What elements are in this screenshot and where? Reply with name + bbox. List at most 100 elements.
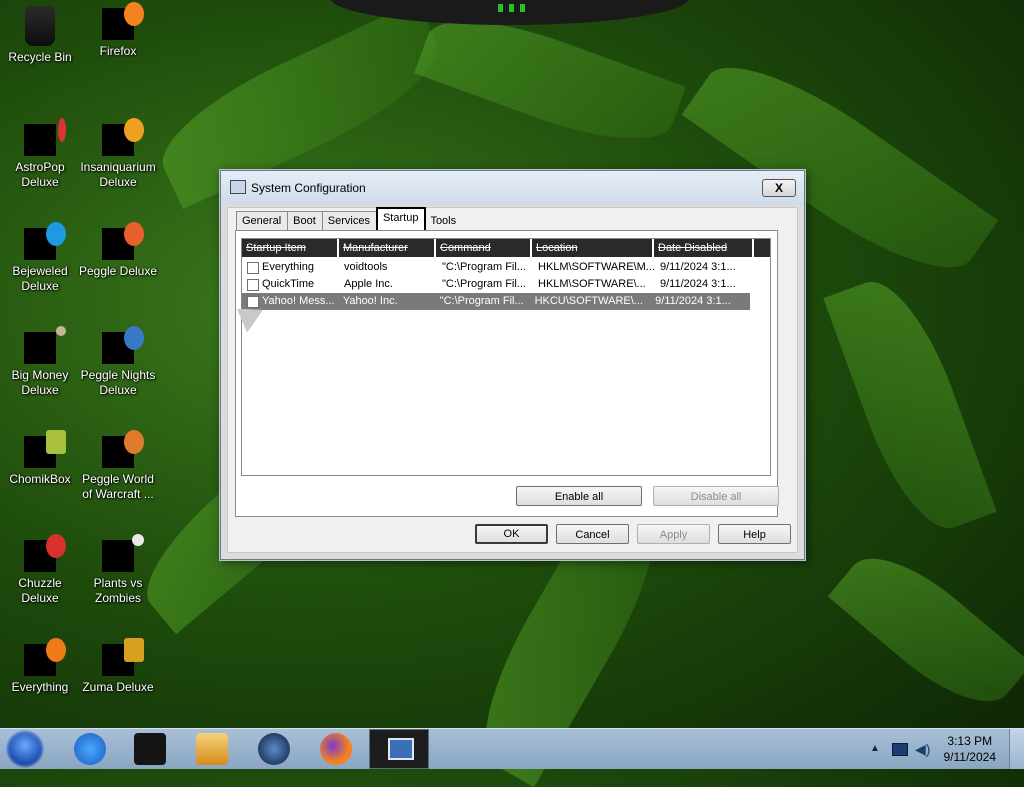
row-checkbox[interactable] [247, 261, 259, 274]
desktop-icon-label: Chuzzle Deluxe [18, 576, 62, 605]
firefox-icon [102, 2, 144, 40]
desktop-icon-big-money[interactable]: Big Money Deluxe [0, 326, 80, 398]
insaniquarium-icon [102, 118, 144, 156]
clock[interactable]: 3:13 PM 9/11/2024 [944, 733, 997, 765]
plants-vs-zombies-icon [102, 534, 144, 572]
tab-startup[interactable]: Startup [375, 207, 427, 230]
startup-items-list[interactable]: Startup Item Manufacturer Command Locati… [241, 238, 771, 476]
desktop-icon-zuma[interactable]: Zuma Deluxe [78, 638, 158, 695]
start-button[interactable] [6, 730, 44, 768]
media-player-icon[interactable] [196, 733, 228, 765]
row-item-name: Everything [262, 261, 314, 273]
media-device-icon[interactable] [134, 733, 166, 765]
msconfig-icon [388, 738, 414, 760]
desktop-icon-label: AstroPop Deluxe [15, 160, 65, 189]
cancel-button[interactable]: Cancel [556, 524, 629, 544]
desktop-icon-everything[interactable]: Everything [0, 638, 80, 695]
desktop-icon-label: Big Money Deluxe [11, 368, 69, 397]
startup-tab-panel: Startup Item Manufacturer Command Locati… [235, 230, 779, 517]
desktop-icon-chomikbox[interactable]: ChomikBox [0, 430, 80, 487]
row-item-name: QuickTime [262, 278, 315, 290]
column-header-location[interactable]: Location [532, 239, 654, 257]
close-button[interactable]: X [762, 179, 796, 197]
desktop-icon-bejeweled[interactable]: Bejeweled Deluxe [0, 222, 80, 294]
row-manufacturer: Yahoo! Inc. [342, 295, 398, 307]
network-icon[interactable] [892, 743, 908, 756]
row-location: HKLM\SOFTWARE\... [538, 278, 646, 290]
desktop-icon-recycle-bin[interactable]: Recycle Bin [0, 2, 80, 65]
tab-general[interactable]: General [236, 211, 289, 230]
row-item-cell: Everything [242, 259, 340, 276]
row-command: "C:\Program Fil... [439, 295, 524, 307]
table-row[interactable]: QuickTime Apple Inc. "C:\Program Fil... … [242, 276, 770, 293]
taskbar: ▲ ◀) 3:13 PM 9/11/2024 [0, 728, 1024, 769]
desktop-icon-label: Recycle Bin [8, 50, 72, 64]
column-header-manufacturer[interactable]: Manufacturer [339, 239, 436, 257]
title-bar[interactable]: System Configuration X [221, 171, 804, 205]
table-row-selected[interactable]: Yahoo! Mess... Yahoo! Inc. "C:\Program F… [242, 293, 750, 310]
volume-icon[interactable]: ◀) [915, 741, 930, 758]
msconfig-icon [230, 180, 246, 194]
astropop-icon [24, 118, 66, 156]
everything-icon [24, 638, 66, 676]
column-header-startup-item[interactable]: Startup Item [242, 239, 339, 257]
row-date-disabled: 9/11/2024 3:1... [655, 295, 731, 307]
desktop-icon-label: Insaniquarium Deluxe [80, 160, 156, 189]
tab-strip: General Boot Services Startup Tools [236, 207, 462, 230]
tab-services[interactable]: Services [321, 211, 377, 230]
desktop-icon-peggle-nights[interactable]: Peggle Nights Deluxe [78, 326, 158, 398]
bejeweled-icon [24, 222, 66, 260]
desktop-icon-label: ChomikBox [9, 472, 71, 486]
desktop-icon-astropop[interactable]: AstroPop Deluxe [0, 118, 80, 190]
taskbar-system-configuration[interactable] [369, 729, 429, 769]
desktop-icon-label: Peggle World of Warcraft ... [82, 472, 154, 501]
peggle-wow-icon [102, 430, 144, 468]
row-manufacturer: voidtools [344, 261, 388, 273]
globe-icon[interactable] [258, 733, 290, 765]
clock-time: 3:13 PM [947, 734, 993, 748]
desktop-icon-label: Bejeweled Deluxe [12, 264, 68, 293]
ok-button[interactable]: OK [475, 524, 548, 544]
column-header-date-disabled[interactable]: Date Disabled [654, 239, 754, 257]
desktop-icon-peggle[interactable]: Peggle Deluxe [78, 222, 158, 279]
enable-all-button[interactable]: Enable all [516, 486, 642, 506]
system-configuration-window: System Configuration X General Boot Serv… [220, 170, 805, 560]
desktop-icon-chuzzle[interactable]: Chuzzle Deluxe [0, 534, 80, 606]
chuzzle-icon [24, 534, 66, 572]
window-title: System Configuration [251, 181, 366, 195]
tab-tools[interactable]: Tools [425, 212, 462, 230]
row-checkbox[interactable] [247, 278, 259, 291]
zuma-icon [102, 638, 144, 676]
table-row[interactable]: Everything voidtools "C:\Program Fil... … [242, 259, 770, 276]
firefox-icon[interactable] [320, 733, 352, 765]
row-date-disabled: 9/11/2024 3:1... [660, 278, 736, 290]
recycle-bin-icon [25, 6, 55, 46]
row-item-cell: QuickTime [242, 276, 340, 293]
list-header: Startup Item Manufacturer Command Locati… [242, 239, 770, 257]
row-location: HKCU\SOFTWARE\... [534, 295, 643, 307]
big-money-icon [24, 326, 66, 364]
apply-button[interactable]: Apply [637, 524, 710, 544]
row-command: "C:\Program Fil... [442, 261, 526, 273]
tab-boot[interactable]: Boot [287, 211, 323, 230]
show-desktop-button[interactable] [1009, 729, 1024, 769]
desktop-icon-peggle-wow[interactable]: Peggle World of Warcraft ... [78, 430, 158, 502]
row-manufacturer: Apple Inc. [344, 278, 393, 290]
peggle-icon [102, 222, 144, 260]
show-hidden-icons-icon[interactable]: ▲ [870, 743, 880, 754]
desktop-icon-insaniquarium[interactable]: Insaniquarium Deluxe [78, 118, 158, 190]
chomikbox-icon [24, 430, 66, 468]
row-date-disabled: 9/11/2024 3:1... [660, 261, 736, 273]
desktop-icon-label: Everything [11, 680, 69, 694]
internet-explorer-icon[interactable] [74, 733, 106, 765]
desktop-icon-plants-vs-zombies[interactable]: Plants vs Zombies [78, 534, 158, 606]
peggle-nights-icon [102, 326, 144, 364]
column-header-command[interactable]: Command [436, 239, 532, 257]
desktop-icon-label: Firefox [99, 44, 137, 58]
row-command: "C:\Program Fil... [442, 278, 526, 290]
row-item-name: Yahoo! Mess... [262, 295, 335, 307]
dialog-body: General Boot Services Startup Tools Star… [227, 207, 798, 553]
disable-all-button[interactable]: Disable all [653, 486, 779, 506]
help-button[interactable]: Help [718, 524, 791, 544]
desktop-icon-firefox[interactable]: Firefox [78, 2, 158, 59]
